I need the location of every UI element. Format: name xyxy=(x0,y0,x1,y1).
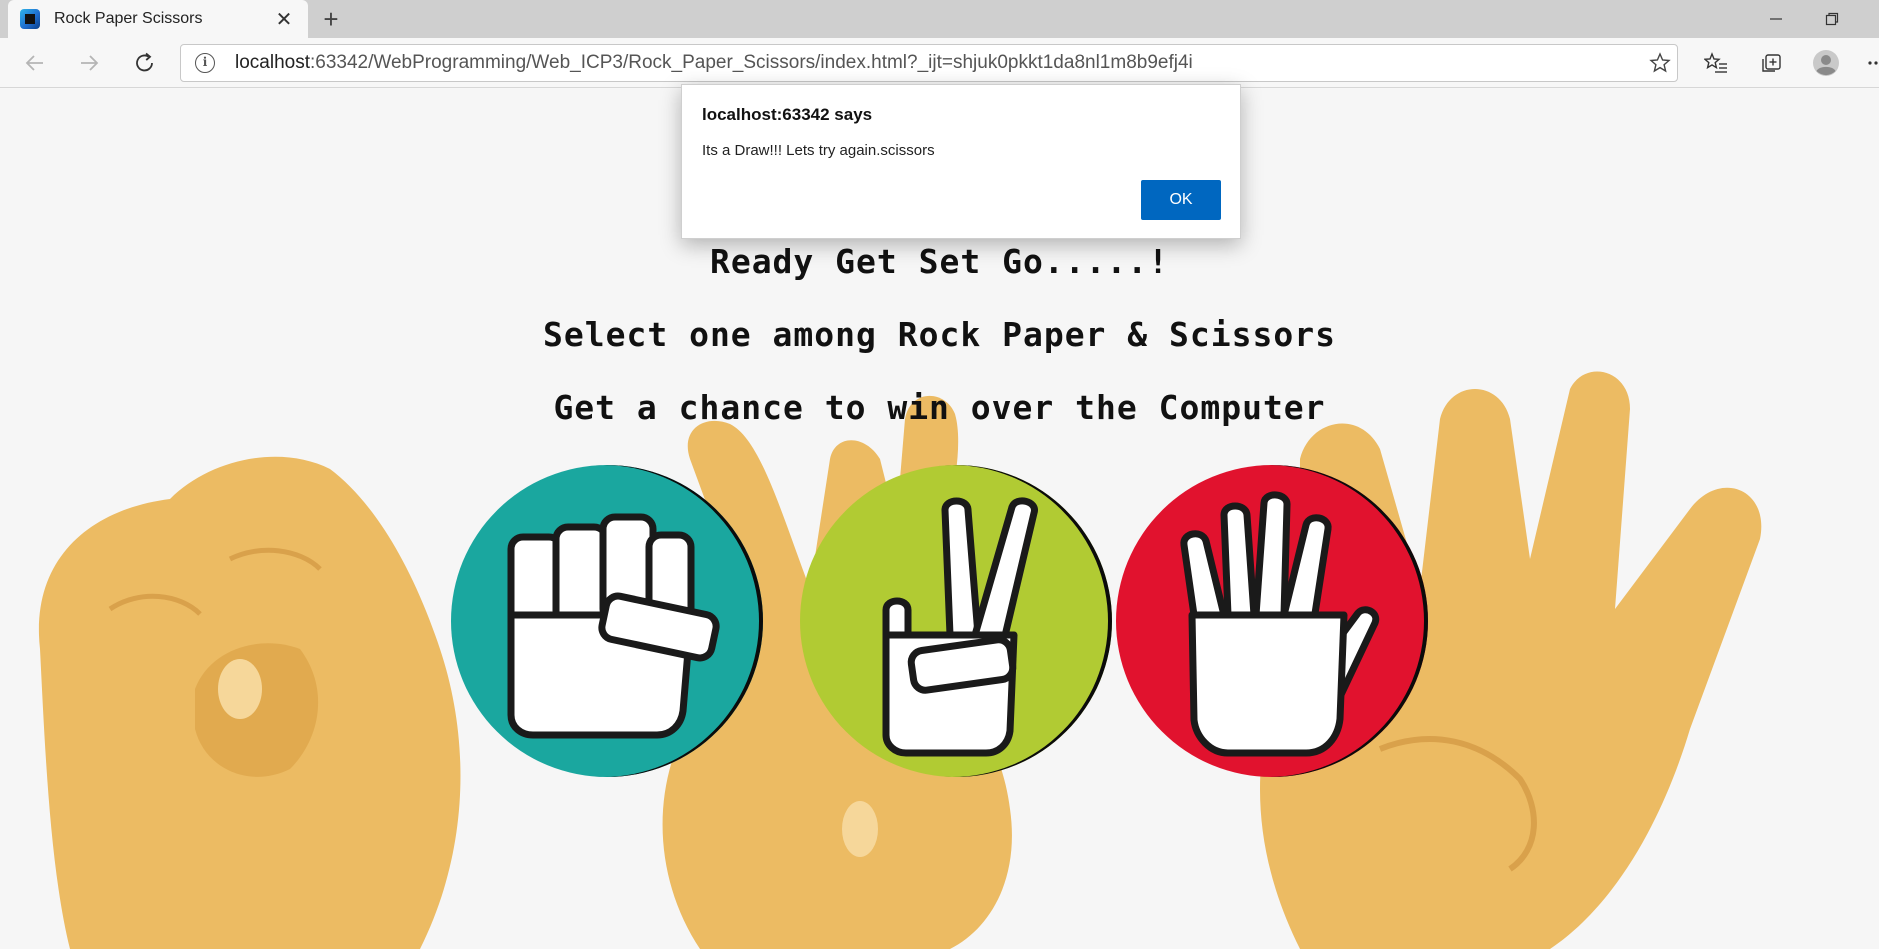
avatar-icon xyxy=(1813,50,1839,76)
webstorm-icon xyxy=(20,9,40,29)
restore-icon xyxy=(1825,12,1839,26)
headline-chance: Get a chance to win over the Computer xyxy=(553,388,1326,427)
add-favorite-button[interactable] xyxy=(1643,46,1677,80)
favorites-button[interactable] xyxy=(1698,46,1734,80)
url-host: localhost xyxy=(235,52,310,73)
restore-button[interactable] xyxy=(1804,0,1860,38)
site-info-icon[interactable]: i xyxy=(195,53,215,73)
peace-sign-icon xyxy=(882,497,1038,757)
browser-tab[interactable]: Rock Paper Scissors ✕ xyxy=(8,0,308,38)
collections-icon xyxy=(1762,54,1781,72)
headline-ready: Ready Get Set Go.....! xyxy=(709,242,1170,281)
new-tab-button[interactable]: + xyxy=(316,4,346,34)
tab-close-icon[interactable]: ✕ xyxy=(272,7,296,32)
tab-strip: Rock Paper Scissors ✕ + xyxy=(0,0,1879,38)
profile-button[interactable] xyxy=(1808,46,1844,80)
back-arrow-icon xyxy=(25,55,43,71)
forward-button[interactable] xyxy=(71,46,107,80)
favorites-list-icon xyxy=(1704,52,1727,73)
collections-button[interactable] xyxy=(1753,46,1789,80)
browser-toolbar: i localhost:63342/WebProgramming/Web_ICP… xyxy=(0,38,1879,88)
reload-icon xyxy=(136,52,153,72)
minimize-icon xyxy=(1770,18,1782,20)
scissors-button[interactable] xyxy=(800,465,1112,777)
dialog-title: localhost:63342 says xyxy=(702,105,873,124)
background-fist-icon xyxy=(38,456,461,949)
paper-button[interactable] xyxy=(1116,465,1428,777)
ellipsis-icon xyxy=(1868,61,1878,65)
forward-arrow-icon xyxy=(81,55,99,71)
rock-button[interactable] xyxy=(451,465,763,777)
minimize-button[interactable] xyxy=(1748,0,1804,38)
dialog-message: Its a Draw!!! Lets try again.scissors xyxy=(702,142,935,159)
star-icon xyxy=(1649,52,1671,73)
tab-title: Rock Paper Scissors xyxy=(54,10,203,27)
fist-icon xyxy=(507,513,720,739)
ok-button[interactable]: OK xyxy=(1141,180,1221,220)
back-button[interactable] xyxy=(17,46,53,80)
headline-select: Select one among Rock Paper & Scissors xyxy=(543,315,1336,354)
url-text[interactable]: localhost:63342/WebProgramming/Web_ICP3/… xyxy=(235,52,1643,74)
reload-button[interactable] xyxy=(127,46,163,80)
alert-dialog: localhost:63342 says Its a Draw!!! Lets … xyxy=(681,84,1241,239)
open-hand-icon xyxy=(1180,491,1380,757)
url-path: :63342/WebProgramming/Web_ICP3/Rock_Pape… xyxy=(310,52,1193,73)
address-bar[interactable]: i localhost:63342/WebProgramming/Web_ICP… xyxy=(180,44,1678,82)
more-options-button[interactable] xyxy=(1862,46,1879,80)
